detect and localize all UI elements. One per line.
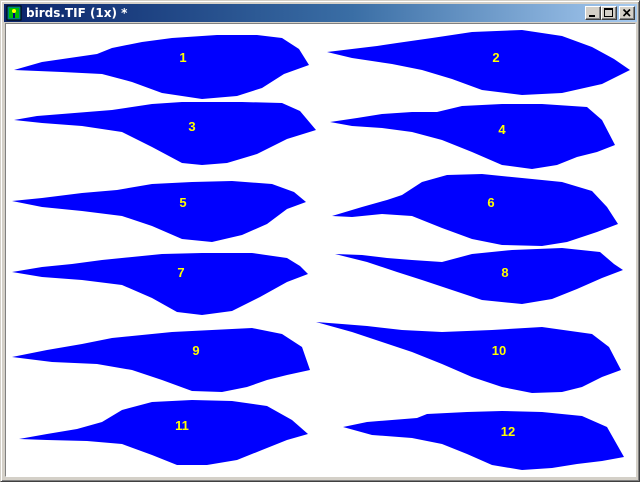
image-window: birds.TIF (1x) * 1 2 3 4 5 6 7 8 9 10 11 12 xyxy=(0,0,640,482)
maximize-button[interactable] xyxy=(601,6,617,20)
minimize-icon xyxy=(589,15,595,17)
bird-silhouette-6 xyxy=(332,174,618,246)
bird-label-6: 6 xyxy=(487,195,494,210)
bird-silhouette-8 xyxy=(335,248,623,304)
maximize-icon xyxy=(604,8,613,17)
close-button[interactable] xyxy=(619,6,635,20)
bird-label-7: 7 xyxy=(177,265,184,280)
bird-silhouette-10 xyxy=(316,322,621,393)
bird-label-11: 11 xyxy=(175,418,189,433)
bird-label-3: 3 xyxy=(188,119,195,134)
bird-silhouette-2 xyxy=(327,30,630,95)
bird-silhouette-11 xyxy=(19,400,308,465)
bird-silhouette-12 xyxy=(343,411,624,470)
title-bar[interactable]: birds.TIF (1x) * xyxy=(4,4,637,22)
bird-silhouette-7 xyxy=(12,253,308,315)
bird-label-2: 2 xyxy=(492,50,499,65)
window-title: birds.TIF (1x) * xyxy=(26,6,128,20)
bird-label-1: 1 xyxy=(179,50,186,65)
image-canvas-area[interactable]: 1 2 3 4 5 6 7 8 9 10 11 12 xyxy=(5,23,636,477)
image-app-icon[interactable] xyxy=(6,5,22,21)
bird-label-4: 4 xyxy=(498,122,506,137)
bird-label-12: 12 xyxy=(501,424,515,439)
bird-silhouette-9 xyxy=(12,328,310,392)
bird-silhouette-3 xyxy=(14,102,316,165)
bird-label-8: 8 xyxy=(501,265,508,280)
close-icon xyxy=(622,8,631,17)
bird-label-10: 10 xyxy=(492,343,506,358)
bird-image: 1 23 45 67 89 1011 12 xyxy=(12,30,630,470)
bird-label-5: 5 xyxy=(179,195,186,210)
bird-silhouette-4 xyxy=(330,104,615,169)
bird-silhouette-1 xyxy=(14,35,309,99)
minimize-button[interactable] xyxy=(585,6,601,20)
bird-label-9: 9 xyxy=(192,343,199,358)
bird-silhouette-5 xyxy=(12,181,306,242)
